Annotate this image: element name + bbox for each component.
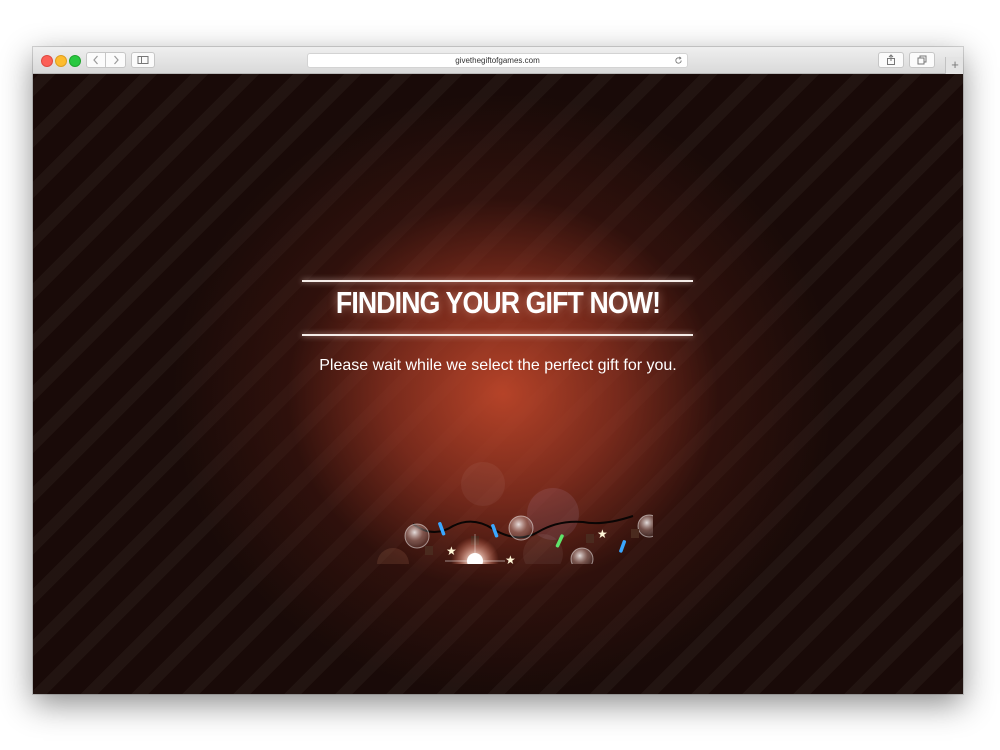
chevron-right-icon	[113, 55, 119, 65]
headline-rule-top	[302, 280, 693, 282]
page-subtitle: Please wait while we select the perfect …	[319, 357, 677, 374]
minimize-window-button[interactable]	[55, 55, 67, 67]
reload-icon[interactable]	[674, 56, 683, 65]
back-button[interactable]	[86, 52, 106, 68]
sidebar-toggle-button[interactable]	[131, 52, 155, 68]
page-headline: FINDING YOUR GIFT NOW!	[335, 285, 661, 320]
browser-window: givethegiftofgames.com + FINDING YOUR GI…	[33, 47, 963, 694]
new-tab-button[interactable]: +	[945, 57, 963, 74]
close-window-button[interactable]	[41, 55, 53, 67]
svg-text:★: ★	[505, 553, 516, 564]
url-text: givethegiftofgames.com	[455, 56, 540, 65]
svg-text:★: ★	[597, 527, 608, 541]
tab-overview-button[interactable]	[909, 52, 935, 68]
zoom-window-button[interactable]	[69, 55, 81, 67]
plus-icon: +	[951, 57, 959, 72]
chevron-left-icon	[93, 55, 98, 65]
share-button[interactable]	[878, 52, 904, 68]
sidebar-icon	[137, 56, 149, 64]
share-icon	[887, 54, 895, 65]
forward-button[interactable]	[106, 52, 126, 68]
browser-toolbar: givethegiftofgames.com +	[33, 47, 963, 74]
tabs-icon	[917, 55, 927, 65]
christmas-lights-icon: ★ ★ ★	[377, 462, 653, 564]
page-content: FINDING YOUR GIFT NOW! Please wait while…	[33, 74, 963, 694]
headline-rule-bottom	[302, 334, 693, 336]
address-bar[interactable]: givethegiftofgames.com	[307, 53, 688, 68]
